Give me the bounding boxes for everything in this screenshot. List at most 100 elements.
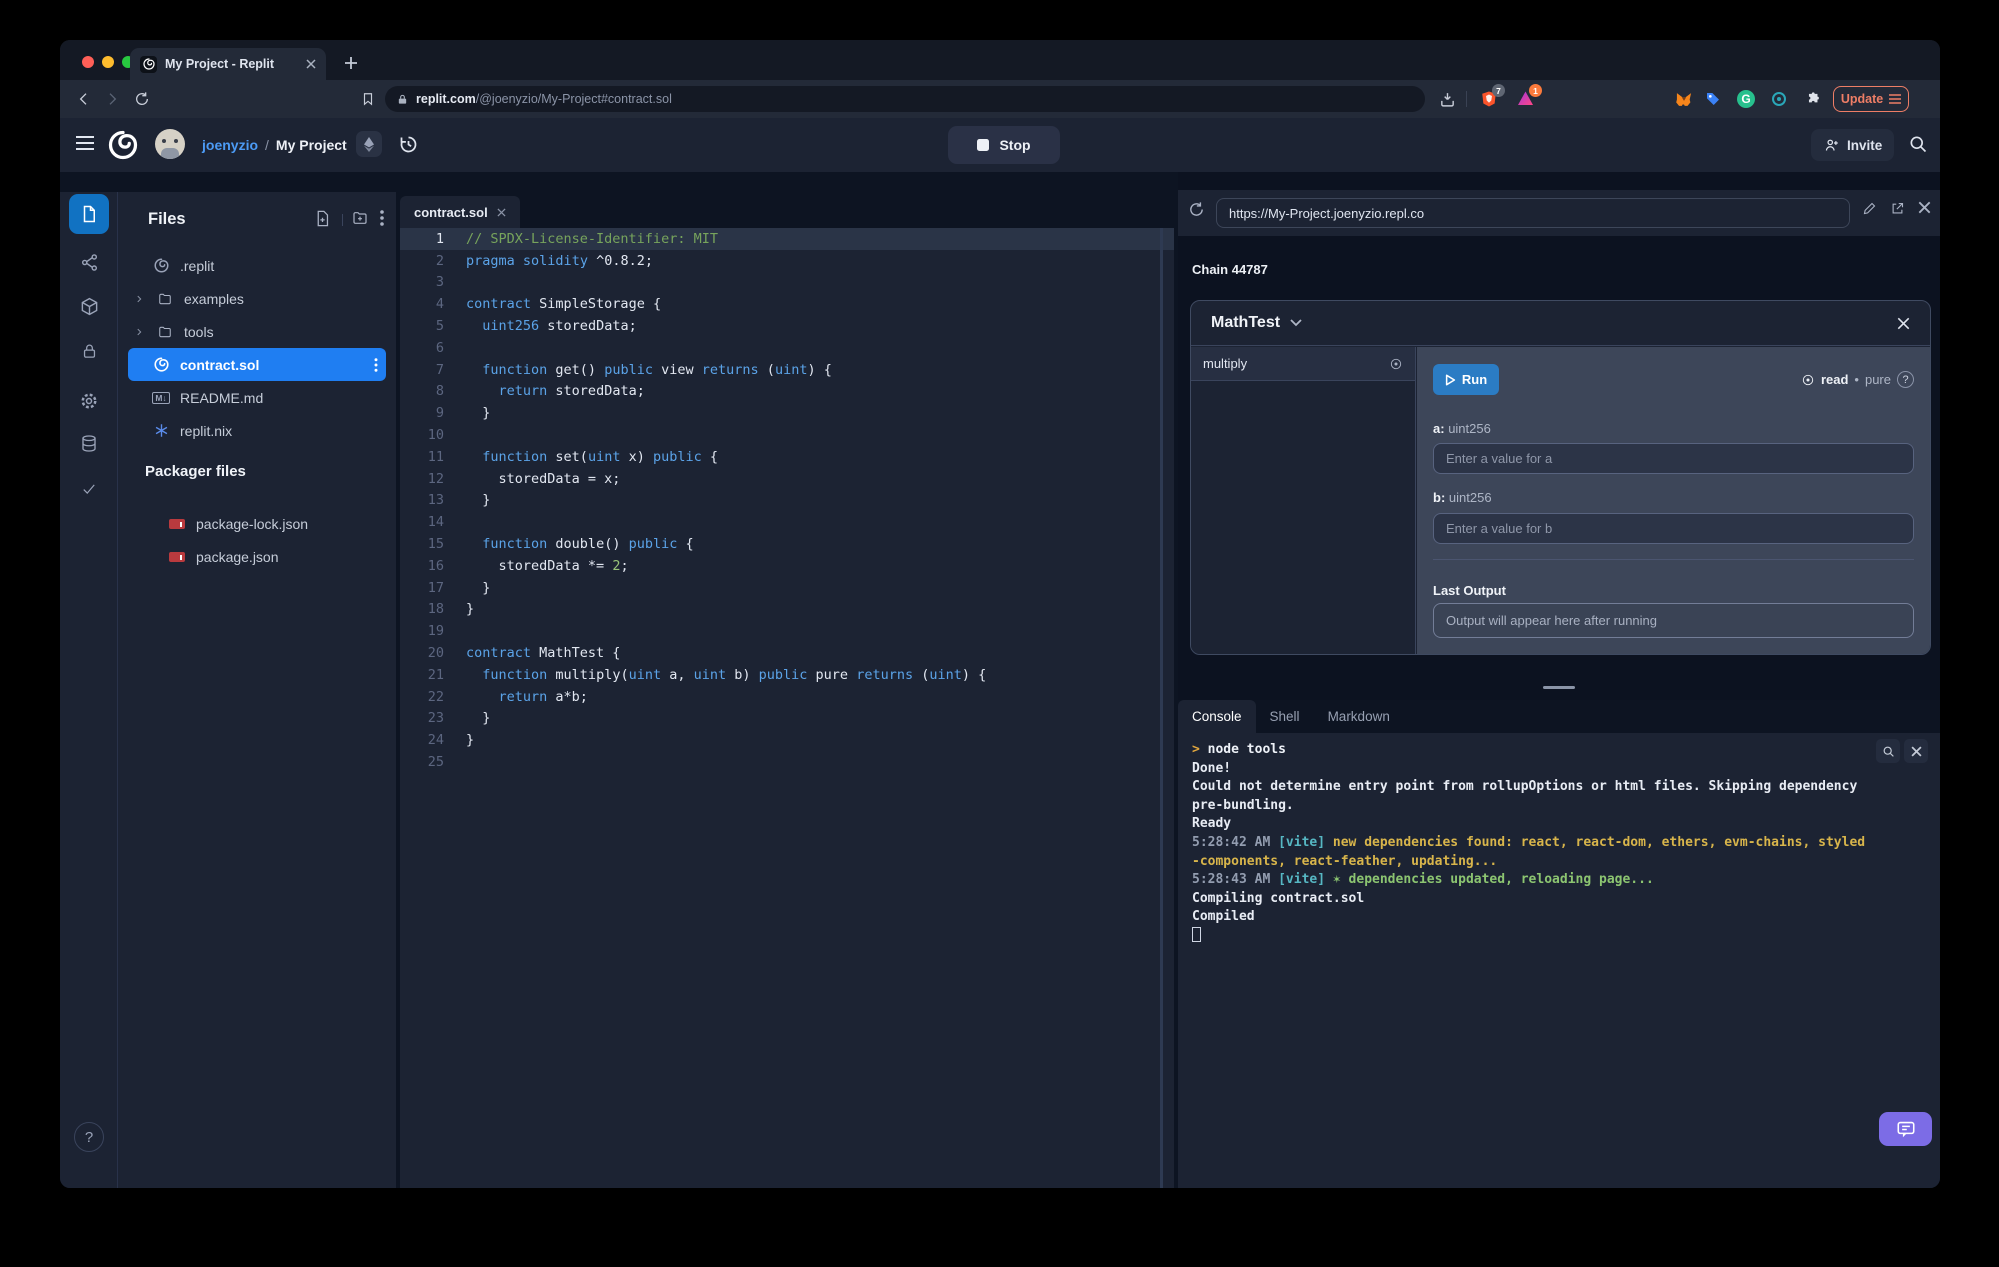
downloads-button[interactable]: [1435, 87, 1459, 111]
file-row-.replit[interactable]: .replit: [128, 249, 386, 282]
file-row-contract.sol[interactable]: contract.sol: [128, 348, 386, 381]
param-b-input[interactable]: [1433, 513, 1914, 544]
file-row-replit.nix[interactable]: replit.nix: [128, 414, 386, 447]
param-a-input[interactable]: [1433, 443, 1914, 474]
console-search-button[interactable]: [1876, 739, 1900, 763]
code-line[interactable]: 21 function multiply(uint a, uint b) pub…: [400, 664, 1174, 686]
replit-logo[interactable]: [108, 130, 138, 160]
rail-checks-button[interactable]: [69, 469, 109, 509]
search-icon: [1910, 136, 1927, 153]
file-row-package.json[interactable]: package.json: [128, 540, 386, 573]
rail-packages-button[interactable]: [69, 286, 109, 326]
new-tab-button[interactable]: [338, 50, 364, 76]
code-line[interactable]: 20 contract MathTest {: [400, 642, 1174, 664]
webview-refresh-button[interactable]: [1188, 201, 1205, 218]
forward-button[interactable]: [100, 87, 124, 111]
code-line[interactable]: 22 return a*b;: [400, 686, 1174, 708]
code-editor[interactable]: 1 // SPDX-License-Identifier: MIT 2 pragma …: [400, 228, 1174, 1188]
code-line[interactable]: 4 contract SimpleStorage {: [400, 293, 1174, 315]
chat-button[interactable]: [1879, 1112, 1932, 1146]
code-line[interactable]: 15 function double() public {: [400, 533, 1174, 555]
update-button[interactable]: Update: [1833, 86, 1909, 112]
code-line[interactable]: 18}: [400, 599, 1174, 621]
files-menu-button[interactable]: [380, 210, 384, 226]
rail-settings-button[interactable]: [69, 381, 109, 421]
open-external-button[interactable]: [1890, 201, 1905, 216]
close-tab-icon[interactable]: [306, 59, 316, 69]
console-clear-button[interactable]: [1904, 739, 1928, 763]
bookmark-icon[interactable]: [356, 87, 380, 111]
code-line[interactable]: 7 function get() public view returns (ui…: [400, 359, 1174, 381]
close-contract-button[interactable]: [1897, 317, 1910, 330]
code-line[interactable]: 6: [400, 337, 1174, 359]
stop-button[interactable]: Stop: [948, 126, 1060, 164]
code-line[interactable]: 5 uint256 storedData;: [400, 315, 1174, 337]
run-button[interactable]: Run: [1433, 364, 1499, 395]
console-tab-markdown[interactable]: Markdown: [1314, 700, 1404, 733]
console-panel[interactable]: > node tools Done! Could not determine ent…: [1178, 733, 1940, 1188]
file-row-package-lock.json[interactable]: package-lock.json: [128, 507, 386, 540]
folder-row-examples[interactable]: examples: [128, 282, 386, 315]
code-line[interactable]: 17 }: [400, 577, 1174, 599]
console-tab-shell[interactable]: Shell: [1256, 700, 1314, 733]
contract-card-header[interactable]: MathTest: [1191, 301, 1930, 346]
code-line[interactable]: 14: [400, 511, 1174, 533]
edit-url-button[interactable]: [1862, 201, 1877, 216]
new-file-button[interactable]: [314, 210, 331, 227]
history-button[interactable]: [398, 134, 419, 155]
code-line[interactable]: 9 }: [400, 402, 1174, 424]
resize-handle[interactable]: [1543, 686, 1575, 689]
search-button[interactable]: [1908, 134, 1928, 154]
brave-rewards-icon[interactable]: 1: [1513, 84, 1542, 111]
username-link[interactable]: joenyzio: [202, 137, 258, 153]
help-button[interactable]: ?: [74, 1122, 104, 1152]
code-line[interactable]: 11 function set(uint x) public {: [400, 446, 1174, 468]
ethereum-badge[interactable]: [356, 131, 382, 157]
function-item-multiply[interactable]: multiply: [1191, 347, 1415, 381]
browser-tab[interactable]: My Project - Replit: [130, 48, 326, 80]
file-menu-kebab-icon[interactable]: [374, 357, 378, 372]
tag-extension-icon[interactable]: [1701, 87, 1725, 111]
code-line[interactable]: 10: [400, 424, 1174, 446]
teal-extension-icon[interactable]: [1767, 87, 1791, 111]
invite-button[interactable]: Invite: [1811, 129, 1895, 161]
minimize-window-button[interactable]: [102, 56, 114, 68]
invite-label: Invite: [1847, 137, 1883, 153]
editor-tab-close-icon[interactable]: [497, 207, 506, 217]
rail-database-button[interactable]: [69, 423, 109, 463]
close-webview-button[interactable]: [1918, 201, 1931, 214]
rail-secrets-button[interactable]: [69, 331, 109, 371]
file-row-README.md[interactable]: M↓ README.md: [128, 381, 386, 414]
code-line[interactable]: 23 }: [400, 708, 1174, 730]
editor-tab[interactable]: contract.sol: [400, 196, 520, 228]
rail-files-button[interactable]: [69, 194, 109, 234]
code-line[interactable]: 25: [400, 751, 1174, 773]
code-line[interactable]: 12 storedData = x;: [400, 468, 1174, 490]
user-avatar[interactable]: [155, 129, 185, 159]
url-bar[interactable]: replit.com/@joenyzio/My-Project#contract…: [385, 86, 1425, 112]
code-line[interactable]: 3: [400, 272, 1174, 294]
code-line[interactable]: 24}: [400, 729, 1174, 751]
reload-button[interactable]: [130, 87, 154, 111]
grammarly-icon[interactable]: G: [1734, 87, 1758, 111]
new-folder-button[interactable]: [351, 210, 369, 226]
brave-shield-icon[interactable]: 7: [1477, 84, 1505, 111]
code-line[interactable]: 8 return storedData;: [400, 381, 1174, 403]
rail-version-control-button[interactable]: [69, 242, 109, 282]
menu-button[interactable]: [76, 136, 94, 150]
code-line[interactable]: 16 storedData *= 2;: [400, 555, 1174, 577]
editor-scrollbar[interactable]: [1160, 228, 1163, 1188]
code-line[interactable]: 19: [400, 620, 1174, 642]
code-line[interactable]: 13 }: [400, 490, 1174, 512]
webview-url-input[interactable]: [1216, 198, 1850, 228]
metamask-fox-icon[interactable]: [1672, 87, 1696, 111]
code-line[interactable]: 2 pragma solidity ^0.8.2;: [400, 250, 1174, 272]
back-button[interactable]: [72, 87, 96, 111]
close-window-button[interactable]: [82, 56, 94, 68]
console-tab-console[interactable]: Console: [1178, 700, 1256, 733]
modifier-help-badge[interactable]: ?: [1897, 371, 1914, 388]
folder-row-tools[interactable]: tools: [128, 315, 386, 348]
project-name[interactable]: My Project: [276, 137, 347, 153]
code-line[interactable]: 1 // SPDX-License-Identifier: MIT: [400, 228, 1174, 250]
extensions-puzzle-icon[interactable]: [1800, 87, 1824, 111]
